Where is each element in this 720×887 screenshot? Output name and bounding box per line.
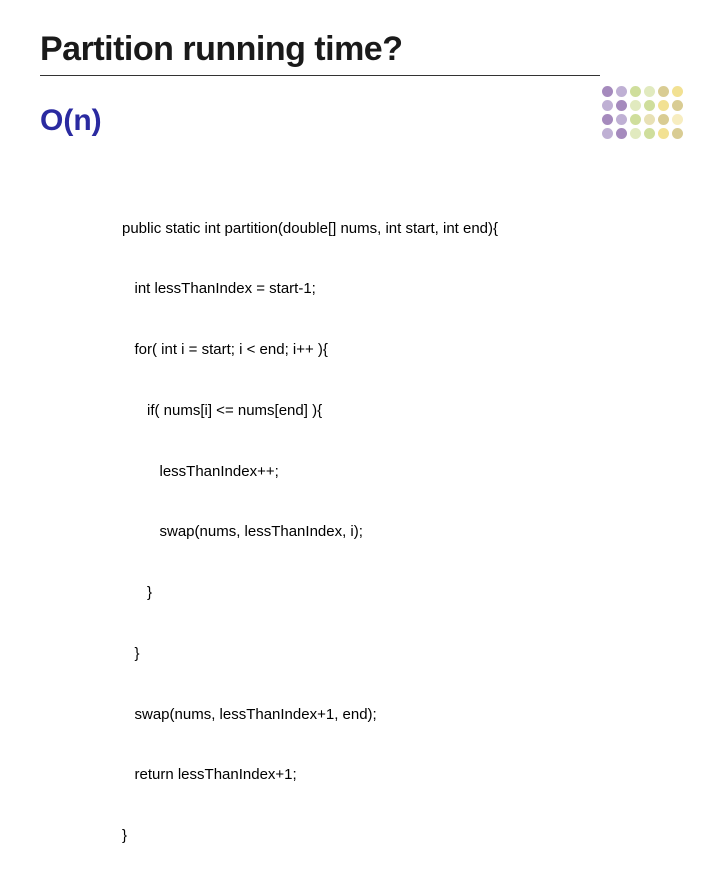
code-line: lessThanIndex++; <box>122 462 680 482</box>
slide-subtitle: O(n) <box>40 104 680 138</box>
title-underline <box>40 75 600 76</box>
slide: Partition running time? O(n) public stat… <box>0 0 720 540</box>
code-line: for( int i = start; i < end; i++ ){ <box>122 340 680 360</box>
code-line: int lessThanIndex = start-1; <box>122 279 680 299</box>
code-line: } <box>122 644 680 664</box>
decorative-dot-grid <box>602 86 686 139</box>
code-line: swap(nums, lessThanIndex, i); <box>122 522 680 542</box>
code-line: } <box>122 583 680 603</box>
code-line: if( nums[i] <= nums[end] ){ <box>122 401 680 421</box>
code-line: } <box>122 826 680 846</box>
code-block: public static int partition(double[] num… <box>122 178 680 887</box>
slide-title: Partition running time? <box>40 30 680 69</box>
code-line: public static int partition(double[] num… <box>122 219 680 239</box>
code-line: return lessThanIndex+1; <box>122 765 680 785</box>
code-line: swap(nums, lessThanIndex+1, end); <box>122 705 680 725</box>
